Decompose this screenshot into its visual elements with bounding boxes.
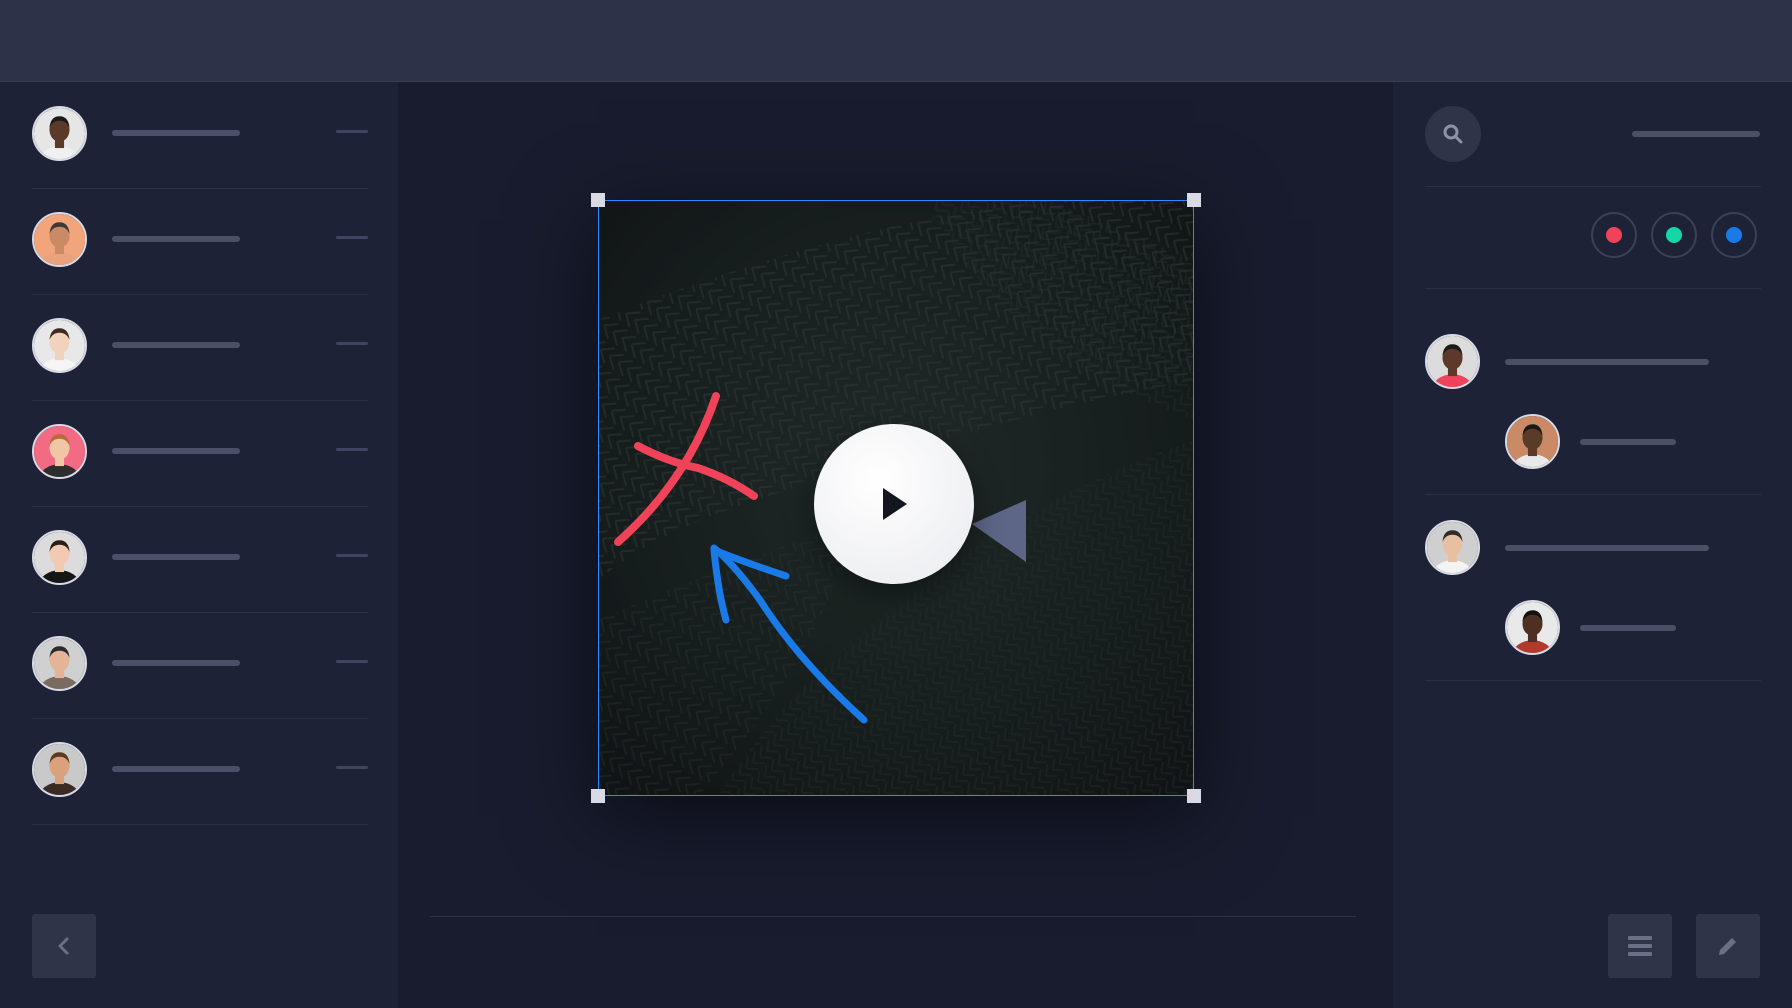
user-name-placeholder xyxy=(112,766,240,772)
divider xyxy=(1425,186,1761,187)
user-status-placeholder xyxy=(336,342,368,345)
reply-text-placeholder xyxy=(1580,625,1676,631)
menu-icon xyxy=(1628,936,1652,956)
avatar xyxy=(1505,414,1560,469)
gray-triangle[interactable] xyxy=(972,500,1026,562)
timeline-divider xyxy=(430,916,1356,917)
avatar xyxy=(32,530,87,585)
resize-handle-bottom-right[interactable] xyxy=(1187,789,1201,803)
user-status-placeholder xyxy=(336,766,368,769)
user-status-placeholder xyxy=(336,554,368,557)
avatar xyxy=(1425,334,1480,389)
menu-button[interactable] xyxy=(1608,914,1672,978)
color-blue-swatch[interactable] xyxy=(1711,212,1757,258)
avatar-woman-icon xyxy=(34,320,85,371)
avatar xyxy=(1425,520,1480,575)
color-dot xyxy=(1606,227,1622,243)
user-name-placeholder xyxy=(112,448,240,454)
search-button[interactable] xyxy=(1425,106,1481,162)
user-status-placeholder xyxy=(336,660,368,663)
resize-handle-top-right[interactable] xyxy=(1187,193,1201,207)
chevron-left-icon xyxy=(58,937,69,955)
avatar-man-long-hair-icon xyxy=(34,744,85,795)
divider xyxy=(1425,680,1761,681)
resize-handle-bottom-left[interactable] xyxy=(591,789,605,803)
avatar-man-glasses-icon xyxy=(1427,522,1478,573)
avatar xyxy=(1505,600,1560,655)
user-list-item[interactable] xyxy=(32,718,368,825)
blue-arrow[interactable] xyxy=(710,544,868,724)
reply-text-placeholder xyxy=(1580,439,1676,445)
play-button[interactable] xyxy=(814,424,974,584)
resize-handle-top-left[interactable] xyxy=(591,193,605,207)
avatar xyxy=(32,636,87,691)
avatar xyxy=(32,318,87,373)
color-dot xyxy=(1726,227,1742,243)
avatar-hat-icon xyxy=(34,214,85,265)
red-x-mark[interactable] xyxy=(614,392,758,546)
back-button[interactable] xyxy=(32,914,96,978)
user-status-placeholder xyxy=(336,448,368,451)
app-window xyxy=(0,0,1792,1008)
user-status-placeholder xyxy=(336,236,368,239)
avatar xyxy=(32,212,87,267)
avatar xyxy=(32,106,87,161)
divider xyxy=(1425,494,1761,495)
user-list-item[interactable] xyxy=(32,188,368,295)
avatar xyxy=(32,424,87,479)
left-sidebar xyxy=(0,82,398,1008)
user-list-item[interactable] xyxy=(32,294,368,401)
comment-text-placeholder xyxy=(1505,359,1709,365)
user-list-item[interactable] xyxy=(32,506,368,613)
avatar-man-smiling-icon xyxy=(34,108,85,159)
user-name-placeholder xyxy=(112,130,240,136)
color-red-swatch[interactable] xyxy=(1591,212,1637,258)
color-teal-swatch[interactable] xyxy=(1651,212,1697,258)
top-bar xyxy=(0,0,1792,82)
user-name-placeholder xyxy=(112,660,240,666)
header-placeholder xyxy=(1632,131,1760,137)
divider xyxy=(1425,288,1761,289)
color-dot xyxy=(1666,227,1682,243)
avatar-woman-red-top-icon xyxy=(1427,336,1478,387)
user-name-placeholder xyxy=(112,342,240,348)
user-list-item[interactable] xyxy=(32,612,368,719)
avatar-man-cap-icon xyxy=(34,638,85,689)
avatar-woman-dark-hair-icon xyxy=(34,532,85,583)
play-icon xyxy=(883,488,907,520)
search-icon xyxy=(1443,124,1463,144)
user-list-item[interactable] xyxy=(32,82,368,189)
pencil-icon xyxy=(1719,938,1736,955)
avatar-woman-pink-bg-icon xyxy=(34,426,85,477)
edit-button[interactable] xyxy=(1696,914,1760,978)
user-status-placeholder xyxy=(336,130,368,133)
avatar xyxy=(32,742,87,797)
avatar-man-smiling-icon xyxy=(1507,416,1558,467)
user-name-placeholder xyxy=(112,554,240,560)
image-canvas[interactable] xyxy=(598,200,1194,796)
editor-area xyxy=(398,82,1393,1008)
user-list-item[interactable] xyxy=(32,400,368,507)
right-sidebar xyxy=(1393,82,1792,1008)
avatar-man-red-shirt-icon xyxy=(1507,602,1558,653)
user-name-placeholder xyxy=(112,236,240,242)
comment-text-placeholder xyxy=(1505,545,1709,551)
